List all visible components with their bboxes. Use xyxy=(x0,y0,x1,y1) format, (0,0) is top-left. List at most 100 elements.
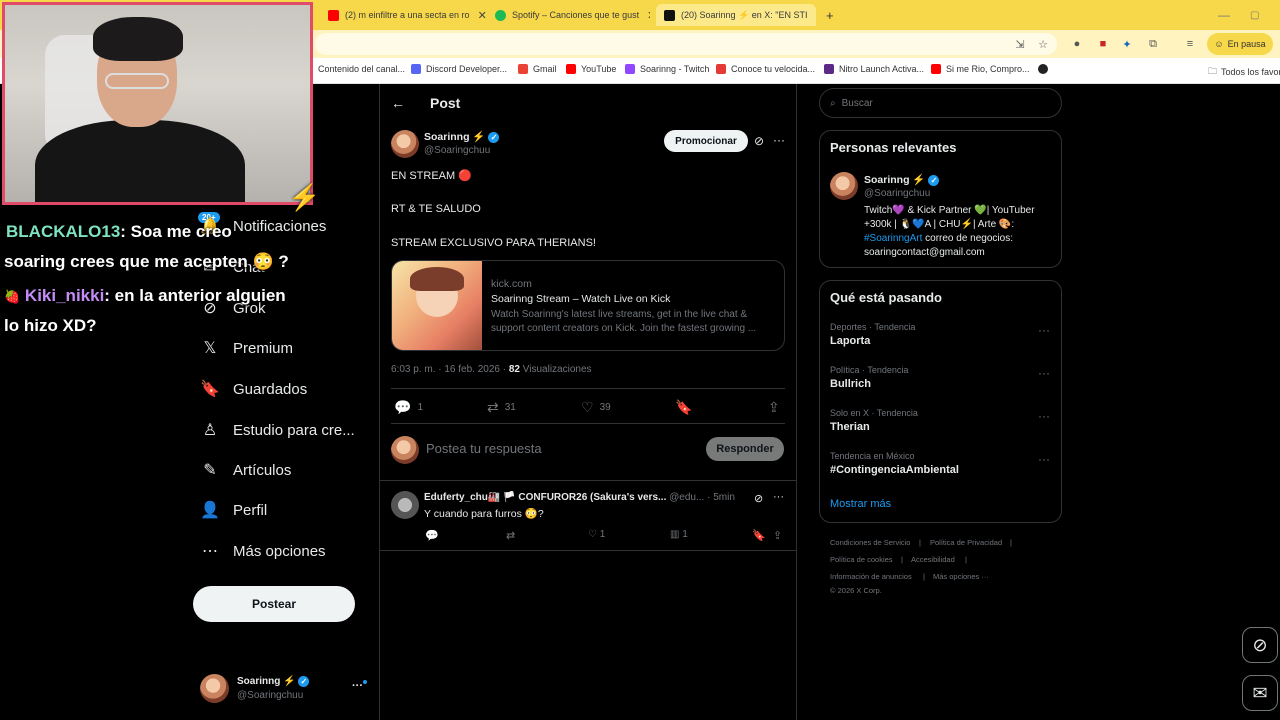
more-options-icon[interactable]: ··· xyxy=(1038,409,1050,423)
nav-premium[interactable]: 𝕏 Premium xyxy=(200,338,293,358)
trend-item[interactable]: #ContingenciaAmbiental xyxy=(830,464,959,476)
extension-icon[interactable]: ■ xyxy=(1096,37,1110,51)
like-action[interactable]: ♡ 39 xyxy=(581,399,611,416)
nav-label: Estudio para cre... xyxy=(233,421,355,439)
person-name: Soarinng ⚡ xyxy=(864,174,926,186)
all-bookmarks-folder[interactable]: 🗀 Todos los favor xyxy=(1208,64,1280,80)
reply-button[interactable]: Responder xyxy=(706,437,784,461)
bookmark-icon[interactable]: 🔖 xyxy=(752,529,766,542)
more-options-icon[interactable]: ··· xyxy=(773,491,784,503)
author-handle: @Soaringchuu xyxy=(424,145,491,156)
footer-cookies-link[interactable]: Política de cookies xyxy=(830,555,893,564)
minimize-window-icon[interactable]: — xyxy=(1218,4,1230,26)
share-icon[interactable]: ⇪ xyxy=(773,529,782,542)
footer-more-link[interactable]: Más opciones ··· xyxy=(933,572,989,581)
more-options-icon[interactable]: ··· xyxy=(773,133,785,147)
footer-terms-link[interactable]: Condiciones de Servicio xyxy=(830,538,910,547)
address-bar[interactable] xyxy=(315,33,1057,55)
repost-icon[interactable]: ⇄ xyxy=(506,529,515,542)
grok-float-button[interactable]: ⊘ xyxy=(1242,627,1278,663)
trends-panel xyxy=(819,280,1062,523)
close-tab-icon[interactable]: ✕ xyxy=(815,9,816,22)
footer-privacy-link[interactable]: Política de Privacidad xyxy=(930,538,1002,547)
bookmark-item[interactable]: Soarinng - Twitch xyxy=(625,64,709,74)
person-name-row[interactable]: Soarinng ⚡ ✓ xyxy=(864,173,940,186)
author-name-row[interactable]: Soarinng ⚡ ✓ xyxy=(424,130,500,143)
bookmark-item[interactable]: Nitro Launch Activa... xyxy=(824,64,924,74)
repost-action[interactable]: ⇄ 31 xyxy=(487,399,516,416)
media-control-icon[interactable]: ≡ xyxy=(1183,37,1197,51)
new-tab-button[interactable]: + xyxy=(826,4,834,26)
reply-action[interactable]: 💬 1 xyxy=(394,399,423,416)
bookmark-label: Nitro Launch Activa... xyxy=(839,64,925,74)
more-options-icon[interactable]: ··· xyxy=(1038,366,1050,380)
tab-label: Spotify – Canciones que te gust xyxy=(512,10,640,20)
show-more-link[interactable]: Mostrar más xyxy=(830,498,891,510)
back-arrow-icon[interactable]: ← xyxy=(391,95,405,111)
footer-ads-link[interactable]: Información de anuncios xyxy=(830,572,912,581)
profile-paused-button[interactable]: ☺ En pausa xyxy=(1207,33,1273,55)
install-app-icon[interactable]: ⇲ xyxy=(1013,37,1027,51)
share-action[interactable]: ⇪ xyxy=(768,399,780,416)
bookmark-item[interactable]: Discord Developer... xyxy=(411,64,507,74)
grok-icon[interactable]: ⊘ xyxy=(754,492,763,505)
trend-item[interactable]: Bullrich xyxy=(830,378,871,390)
bookmark-item[interactable]: Conoce tu velocida... xyxy=(716,64,815,74)
bookmark-item[interactable] xyxy=(1038,64,1053,74)
like-action[interactable]: ♡ 1 xyxy=(588,529,605,540)
browser-tab-spotify[interactable]: Spotify – Canciones que te gust ✕ xyxy=(495,4,650,26)
reply-author-avatar[interactable] xyxy=(391,491,419,519)
extensions-puzzle-icon[interactable]: ⧉ xyxy=(1146,37,1160,51)
post-metadata: 6:03 p. m. · 16 feb. 2026 · 82 Visualiza… xyxy=(391,364,592,375)
nav-creator-studio[interactable]: ♙ Estudio para cre... xyxy=(200,420,355,440)
more-options-icon[interactable]: ··· xyxy=(1038,452,1050,466)
maximize-window-icon[interactable]: ▢ xyxy=(1250,4,1259,26)
trend-item[interactable]: Therian xyxy=(830,421,870,433)
person-handle: @Soaringchuu xyxy=(864,188,931,199)
account-switcher[interactable]: Soarinng ⚡ ✓ @Soaringchuu ··· xyxy=(200,674,370,704)
messages-float-button[interactable]: ✉ xyxy=(1242,675,1278,711)
chat-message-continued: lo hizo XD? xyxy=(4,316,97,335)
pause-label: En pausa xyxy=(1227,39,1266,49)
post-button[interactable]: Postear xyxy=(193,586,355,622)
close-tab-icon[interactable]: ✕ xyxy=(647,9,650,22)
trend-item[interactable]: Laporta xyxy=(830,335,870,347)
search-input[interactable]: ⌕ Buscar xyxy=(819,88,1062,118)
bio-hashtag-link[interactable]: #SoarinngArt xyxy=(864,233,922,244)
browser-tab-youtube[interactable]: (2) m einfiltre a una secta en ro ✕ xyxy=(328,4,490,26)
reply-input[interactable]: Postea tu respuesta xyxy=(426,441,542,456)
reply-icon[interactable]: 💬 xyxy=(425,529,439,542)
bookmark-item[interactable]: Gmail xyxy=(518,64,557,74)
link-preview-card[interactable]: kick.com Soarinng Stream – Watch Live on… xyxy=(391,260,785,351)
nav-more-options[interactable]: ⋯ Más opciones xyxy=(200,541,326,561)
nav-articles[interactable]: ✎ Artículos xyxy=(200,460,291,480)
bookmark-item[interactable]: Si me Rio, Compro... xyxy=(931,64,1030,74)
verified-badge-icon: ✓ xyxy=(928,174,940,186)
browser-tab-x[interactable]: (20) Soarinng ⚡ en X: "EN STI ✕ xyxy=(656,4,816,26)
divider xyxy=(380,550,796,551)
unread-dot xyxy=(363,680,367,684)
more-options-icon[interactable]: ··· xyxy=(1038,323,1050,337)
footer-accessibility-link[interactable]: Accesibilidad xyxy=(911,555,955,564)
chat-text: : en la anterior alguien xyxy=(104,286,286,305)
views-action[interactable]: ▥ 1 xyxy=(670,529,688,540)
promote-button[interactable]: Promocionar xyxy=(664,130,748,152)
nav-profile[interactable]: 👤 Perfil xyxy=(200,500,267,520)
close-tab-icon[interactable]: ✕ xyxy=(478,9,487,22)
tab-label: (20) Soarinng ⚡ en X: "EN STI xyxy=(681,9,808,20)
account-more-icon[interactable]: ··· xyxy=(352,680,363,692)
extension-icon[interactable]: ● xyxy=(1070,37,1084,51)
extension-icon[interactable]: ✦ xyxy=(1120,37,1134,51)
bookmark-star-icon[interactable]: ☆ xyxy=(1036,37,1050,51)
author-avatar[interactable] xyxy=(391,130,419,158)
bar-chart-icon: ▥ xyxy=(670,529,680,540)
grok-icon[interactable]: ⊘ xyxy=(754,134,764,148)
bookmark-item[interactable]: Contenido del canal... xyxy=(318,64,405,74)
nav-bookmarks[interactable]: 🔖 Guardados xyxy=(200,379,307,399)
avatar[interactable] xyxy=(830,172,858,200)
bookmark-action[interactable]: 🔖 xyxy=(675,399,692,416)
bookmark-item[interactable]: YouTube xyxy=(566,64,616,74)
repost-count: 31 xyxy=(504,402,516,413)
bio-line: Twitch💜 & Kick Partner 💚| YouTuber xyxy=(864,205,1035,216)
card-domain: kick.com xyxy=(491,278,532,290)
